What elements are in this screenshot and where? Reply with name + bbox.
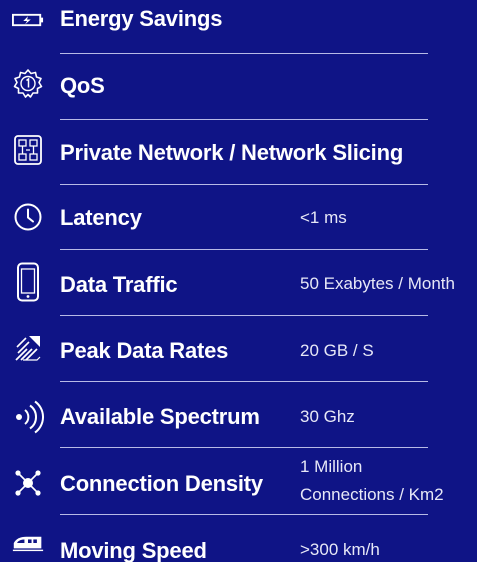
metric-label-qos: QoS	[60, 73, 105, 98]
battery-bolt-icon	[12, 8, 44, 32]
network-capabilities-panel: Energy Savings QoS Private Network / Net…	[0, 0, 477, 562]
metric-label-latency: Latency	[60, 205, 142, 230]
metric-label-moving-speed: Moving Speed	[60, 538, 207, 562]
divider	[60, 53, 428, 54]
metric-label-connection-density: Connection Density	[60, 471, 263, 496]
metric-label-data-traffic: Data Traffic	[60, 272, 178, 297]
metric-value-connection-density-line1: 1 Million	[300, 457, 363, 476]
divider	[60, 514, 428, 515]
divider	[60, 249, 428, 250]
metric-label-energy-savings: Energy Savings	[60, 6, 223, 31]
divider	[60, 119, 428, 120]
metric-value-moving-speed: >300 km/h	[300, 540, 380, 559]
train-icon	[12, 532, 44, 554]
qos-badge-icon	[12, 67, 44, 101]
metric-value-available-spectrum: 30 Ghz	[300, 407, 355, 426]
smartphone-icon	[12, 262, 44, 302]
metric-label-private-network: Private Network / Network Slicing	[60, 140, 404, 165]
divider	[60, 381, 428, 382]
connection-hub-icon	[12, 466, 44, 500]
signal-waves-icon	[12, 399, 44, 435]
divider	[60, 447, 428, 448]
metric-value-data-traffic: 50 Exabytes / Month	[300, 274, 455, 293]
metric-value-connection-density-line2: Connections / Km2	[300, 485, 444, 504]
network-slice-icon	[12, 133, 44, 167]
metric-value-latency: <1 ms	[300, 208, 347, 227]
metric-label-peak-data-rates: Peak Data Rates	[60, 338, 229, 363]
metric-label-available-spectrum: Available Spectrum	[60, 404, 260, 429]
divider	[60, 315, 428, 316]
speed-arrows-icon	[12, 332, 44, 364]
divider	[60, 184, 428, 185]
metric-value-peak-data-rates: 20 GB / S	[300, 341, 374, 360]
clock-icon	[12, 200, 44, 234]
